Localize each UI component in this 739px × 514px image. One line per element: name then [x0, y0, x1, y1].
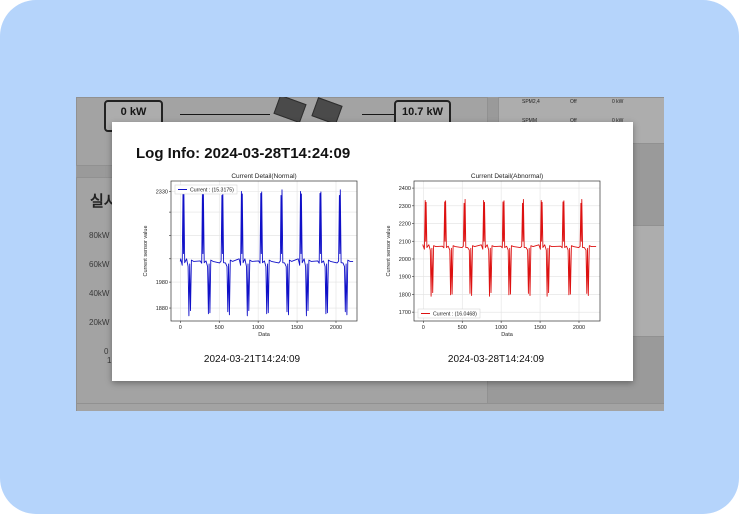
- normal-chart-svg: Current Detail(Normal) 0 500 1000 1500 2000 18…: [143, 173, 358, 338]
- abnormal-chart-caption: 2024-03-28T14:24:09: [447, 354, 545, 365]
- chart-title: Current Detail(Abnormal): [471, 173, 543, 180]
- x-tick-label: 1500: [534, 325, 546, 331]
- chart-title: Current Detail(Normal): [231, 173, 296, 180]
- y-tick-label: 1700: [399, 310, 411, 316]
- legend-label: Current : (15.3175): [190, 188, 234, 194]
- normal-chart-caption: 2024-03-21T14:24:09: [203, 354, 301, 365]
- x-tick-label: 500: [458, 325, 467, 331]
- x-tick-label: 2000: [573, 325, 585, 331]
- log-info-modal: Log Info: 2024-03-28T14:24:09 Current De…: [112, 122, 633, 381]
- x-tick-label: 1000: [495, 325, 507, 331]
- y-tick-label: 1900: [399, 275, 411, 281]
- y-tick-label: 1980: [156, 280, 168, 286]
- abnormal-current-chart: Current Detail(Abnormal) 0 500 1000 1500 2000…: [380, 169, 610, 349]
- x-tick-label: 0: [422, 325, 425, 331]
- y-tick-label: 2330: [156, 189, 168, 195]
- y-tick-label: 2200: [399, 222, 411, 228]
- x-tick-label: 1000: [252, 325, 264, 331]
- y-axis-label: Current sensor value: [386, 225, 392, 276]
- y-tick-label: 2400: [399, 186, 411, 192]
- y-tick-label: 2000: [399, 257, 411, 263]
- y-axis-label: Current sensor value: [143, 225, 149, 276]
- x-tick-label: 0: [179, 325, 182, 331]
- y-tick-label: 1880: [156, 306, 168, 312]
- legend-label: Current : (16.0468): [433, 312, 477, 318]
- y-tick-label: 2100: [399, 239, 411, 245]
- y-tick-label: 1800: [399, 292, 411, 298]
- x-axis-label: Data: [258, 332, 271, 338]
- x-tick-label: 2000: [330, 325, 342, 331]
- series-line: [179, 189, 354, 317]
- series-line: [422, 198, 597, 297]
- plot-frame: [170, 180, 358, 322]
- modal-title: Log Info: 2024-03-28T14:24:09: [136, 145, 351, 162]
- x-axis-label: Data: [501, 332, 514, 338]
- abnormal-chart-svg: Current Detail(Abnormal) 0 500 1000 1500 2000…: [386, 173, 601, 338]
- plot-frame: [413, 180, 601, 322]
- x-tick-label: 500: [215, 325, 224, 331]
- x-tick-label: 1500: [291, 325, 303, 331]
- y-tick-label: 2300: [399, 204, 411, 210]
- normal-current-chart: Current Detail(Normal) 0 500 1000 1500 2000 18…: [137, 169, 367, 349]
